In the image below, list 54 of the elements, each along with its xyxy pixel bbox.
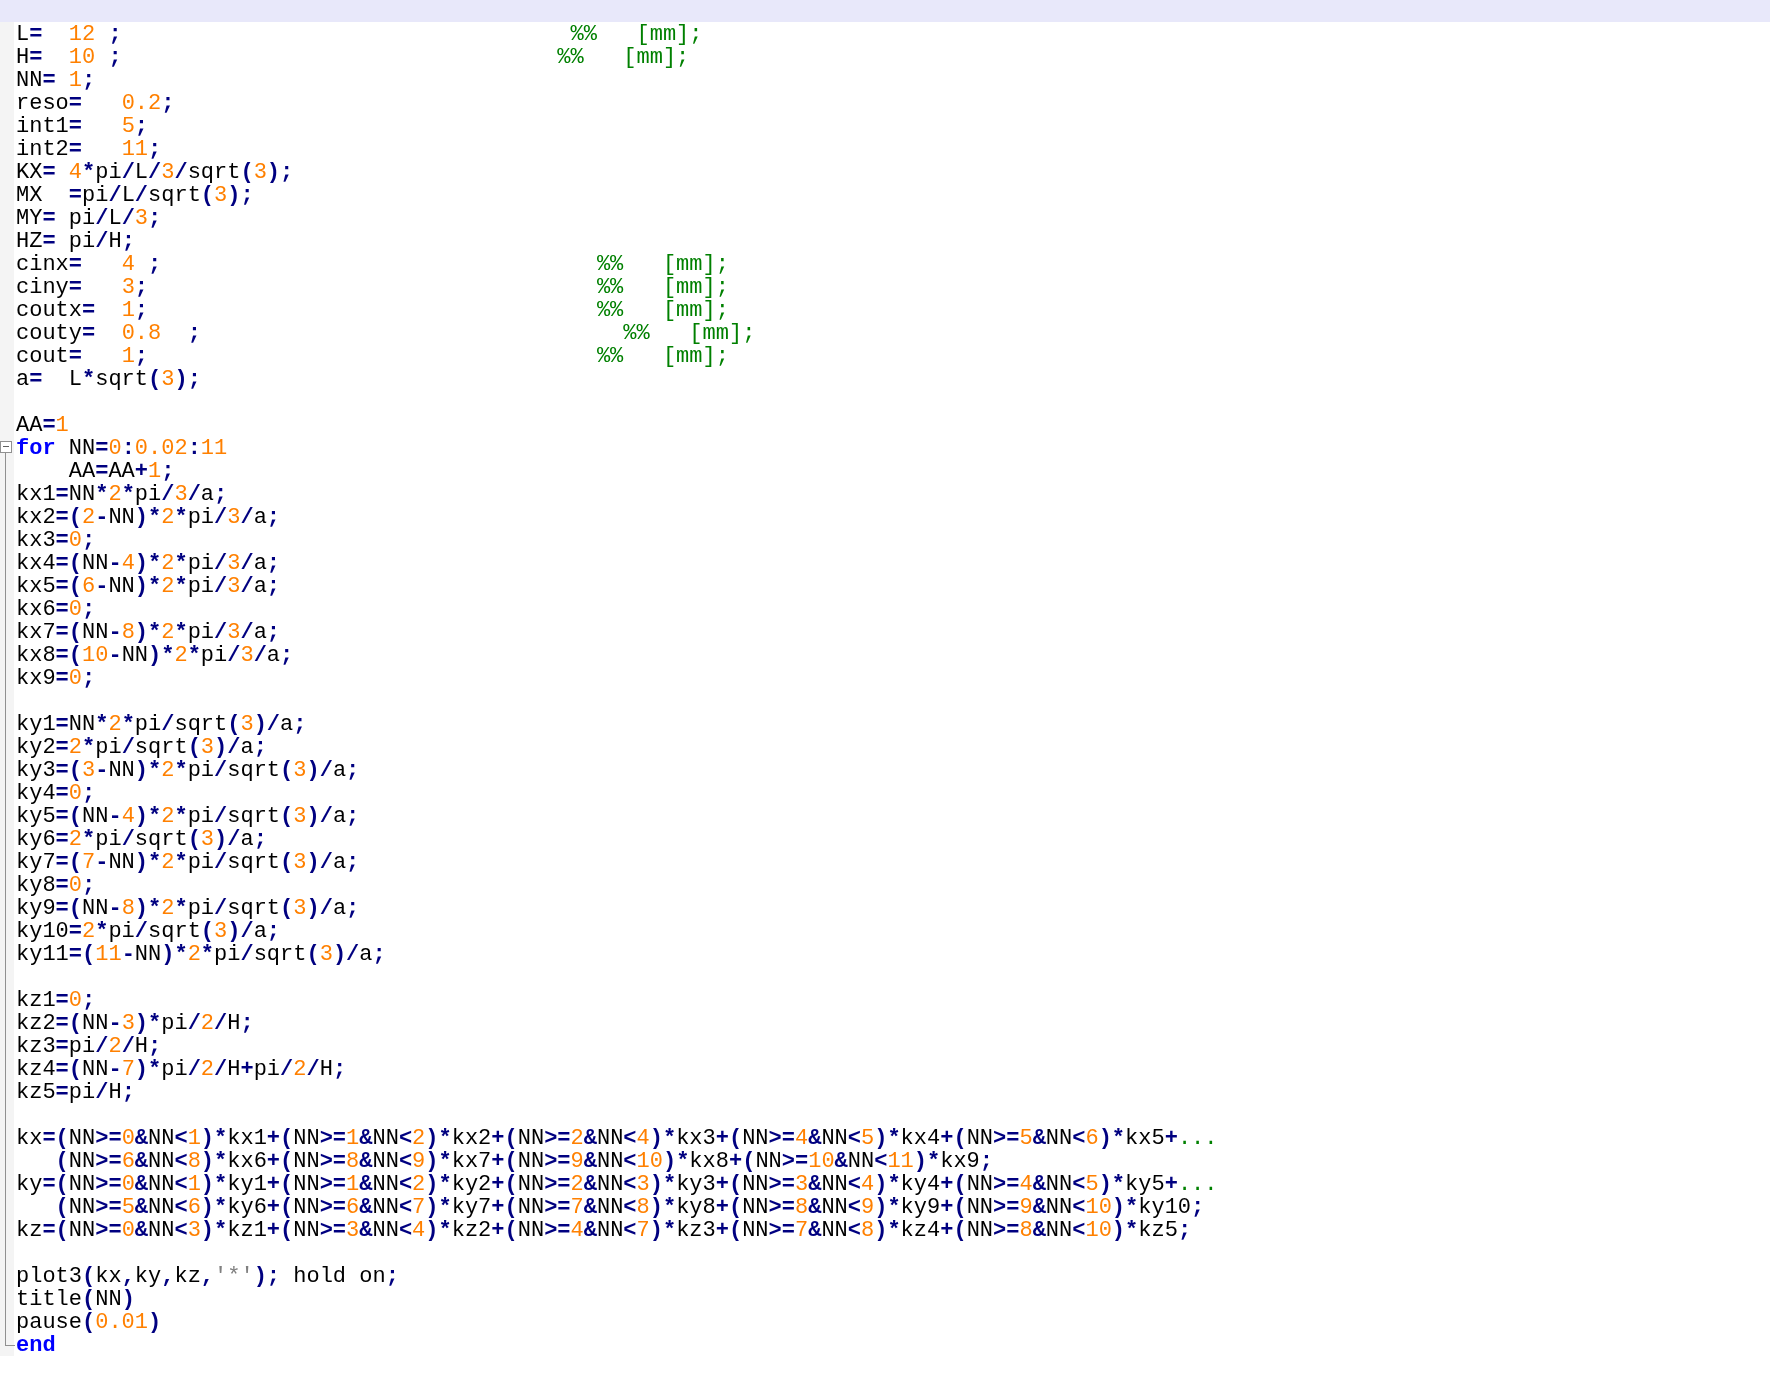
code-line: kx3=0; [16, 529, 96, 552]
code-line: MX =pi/L/sqrt(3); [16, 184, 254, 207]
code-line: H= 10 ; %% [mm]; [16, 46, 690, 69]
code-line: cinx= 4 ; %% [mm]; [16, 253, 729, 276]
code-line: title(NN) [16, 1288, 135, 1311]
code-line: coutx= 1; %% [mm]; [16, 299, 729, 322]
code-line: kz=(NN>=0&NN<3)*kz1+(NN>=3&NN<4)*kz2+(NN>=4&NN<7)*kz3+(NN>=7&NN<8)*kz4+(NN>=8&NN<10)*kz5; [16, 1219, 1192, 1242]
code-line: ciny= 3; %% [mm]; [16, 276, 729, 299]
code-line: int1= 5; [16, 115, 149, 138]
code-line: AA=AA+1; [67, 460, 175, 483]
code-line: MY= pi/L/3; [16, 207, 162, 230]
code-line: ky4=0; [16, 782, 96, 805]
code-line: ky=(NN>=0&NN<1)*ky1+(NN>=1&NN<2)*ky2+(NN>=2&NN<3)*ky3+(NN>=3&NN<4)*ky4+(NN>=4&NN<5)*ky5+... [16, 1173, 1218, 1196]
code-line: kx7=(NN-8)*2*pi/3/a; [16, 621, 281, 644]
code-line: ky7=(7-NN)*2*pi/sqrt(3)/a; [16, 851, 360, 874]
code-line: kx2=(2-NN)*2*pi/3/a; [16, 506, 281, 529]
code-line: (NN>=6&NN<8)*kx6+(NN>=8&NN<9)*kx7+(NN>=9&NN<10)*kx8+(NN>=10&NN<11)*kx9; [54, 1150, 994, 1173]
code-line: ky2=2*pi/sqrt(3)/a; [16, 736, 267, 759]
code-line: kz1=0; [16, 989, 96, 1012]
code-line: pause(0.01) [16, 1311, 162, 1334]
code-line: kz3=pi/2/H; [16, 1035, 162, 1058]
code-line: ky5=(NN-4)*2*pi/sqrt(3)/a; [16, 805, 360, 828]
code-line: couty= 0.8 ; %% [mm]; [16, 322, 756, 345]
code-line: plot3(kx,ky,kz,'*'); hold on; [16, 1265, 399, 1288]
code-line: ky8=0; [16, 874, 96, 897]
code-line: kx1=NN*2*pi/3/a; [16, 483, 228, 506]
code-line: kx4=(NN-4)*2*pi/3/a; [16, 552, 281, 575]
code-line: kz5=pi/H; [16, 1081, 135, 1104]
code-line: ky10=2*pi/sqrt(3)/a; [16, 920, 281, 943]
code-line: a= L*sqrt(3); [16, 368, 201, 391]
code-line: kz2=(NN-3)*pi/2/H; [16, 1012, 254, 1035]
code-line: L= 12 ; %% [mm]; [16, 23, 703, 46]
code-line: HZ= pi/H; [16, 230, 135, 253]
code-line: end [16, 1334, 56, 1356]
code-line: kx9=0; [16, 667, 96, 690]
code-line: (NN>=5&NN<6)*ky6+(NN>=6&NN<7)*ky7+(NN>=7&NN<8)*ky8+(NN>=8&NN<9)*ky9+(NN>=9&NN<10)*ky10; [54, 1196, 1205, 1219]
code-line: reso= 0.2; [16, 92, 175, 115]
code-line: kx5=(6-NN)*2*pi/3/a; [16, 575, 281, 598]
code-line: kz4=(NN-7)*pi/2/H+pi/2/H; [16, 1058, 347, 1081]
code-line: ky1=NN*2*pi/sqrt(3)/a; [16, 713, 307, 736]
fold-toggle[interactable] [0, 441, 12, 453]
code-line: for NN=0:0.02:11 [16, 437, 228, 460]
code-line: NN= 1; [16, 69, 96, 92]
code-line: cout= 1; %% [mm]; [16, 345, 729, 368]
code-line: kx6=0; [16, 598, 96, 621]
code-line: ky9=(NN-8)*2*pi/sqrt(3)/a; [16, 897, 360, 920]
code-line: KX= 4*pi/L/3/sqrt(3); [16, 161, 294, 184]
code-line: ky3=(3-NN)*2*pi/sqrt(3)/a; [16, 759, 360, 782]
code-line: kx=(NN>=0&NN<1)*kx1+(NN>=1&NN<2)*kx2+(NN>=2&NN<4)*kx3+(NN>=4&NN<5)*kx4+(NN>=5&NN<6)*kx5+... [16, 1127, 1218, 1150]
code-line: int2= 11; [16, 138, 162, 161]
code-line: kx8=(10-NN)*2*pi/3/a; [16, 644, 294, 667]
code-line: ky6=2*pi/sqrt(3)/a; [16, 828, 267, 851]
code-line: ky11=(11-NN)*2*pi/sqrt(3)/a; [16, 943, 386, 966]
code-line: AA=1 [16, 414, 69, 437]
